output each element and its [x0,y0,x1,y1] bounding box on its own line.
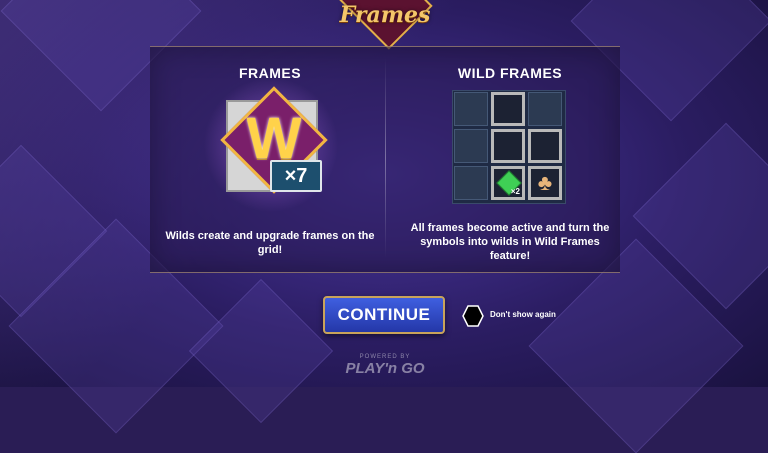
wild-frames-grid: ×2 ♣ [452,90,566,204]
wild-frames-heading: WILD FRAMES [457,65,563,81]
grid-cell-framed [528,129,562,163]
grid-cell [454,166,488,200]
frames-icon: W ×7 [198,72,344,218]
grid-cell [454,92,488,126]
grid-cell-clover: ♣ [528,166,562,200]
brand-logo: PLAY'n GO [345,360,425,377]
continue-button[interactable]: CONTINUE [323,296,445,334]
panel-divider [385,58,386,258]
grid-cell [528,92,562,126]
multiplier-badge: ×7 [270,160,322,192]
grid-cell-wild-gem: ×2 [491,166,525,200]
dont-show-label[interactable]: Don't show again [490,310,556,319]
powered-by-logo: POWERED BY PLAY'n GO [345,354,425,378]
dont-show-checkbox[interactable] [462,305,484,327]
grid-multiplier: ×2 [510,187,520,196]
grid-cell [454,129,488,163]
logo-text: Frames [339,2,431,28]
grid-cell-framed [491,129,525,163]
wild-frames-description: All frames become active and turn the sy… [410,222,610,262]
club-icon: ♣ [537,170,553,195]
game-logo: Frames [333,0,437,50]
grid-cell-framed [491,92,525,126]
hexagon-checkbox-icon [462,305,484,327]
frames-description: Wilds create and upgrade frames on the g… [165,230,375,256]
